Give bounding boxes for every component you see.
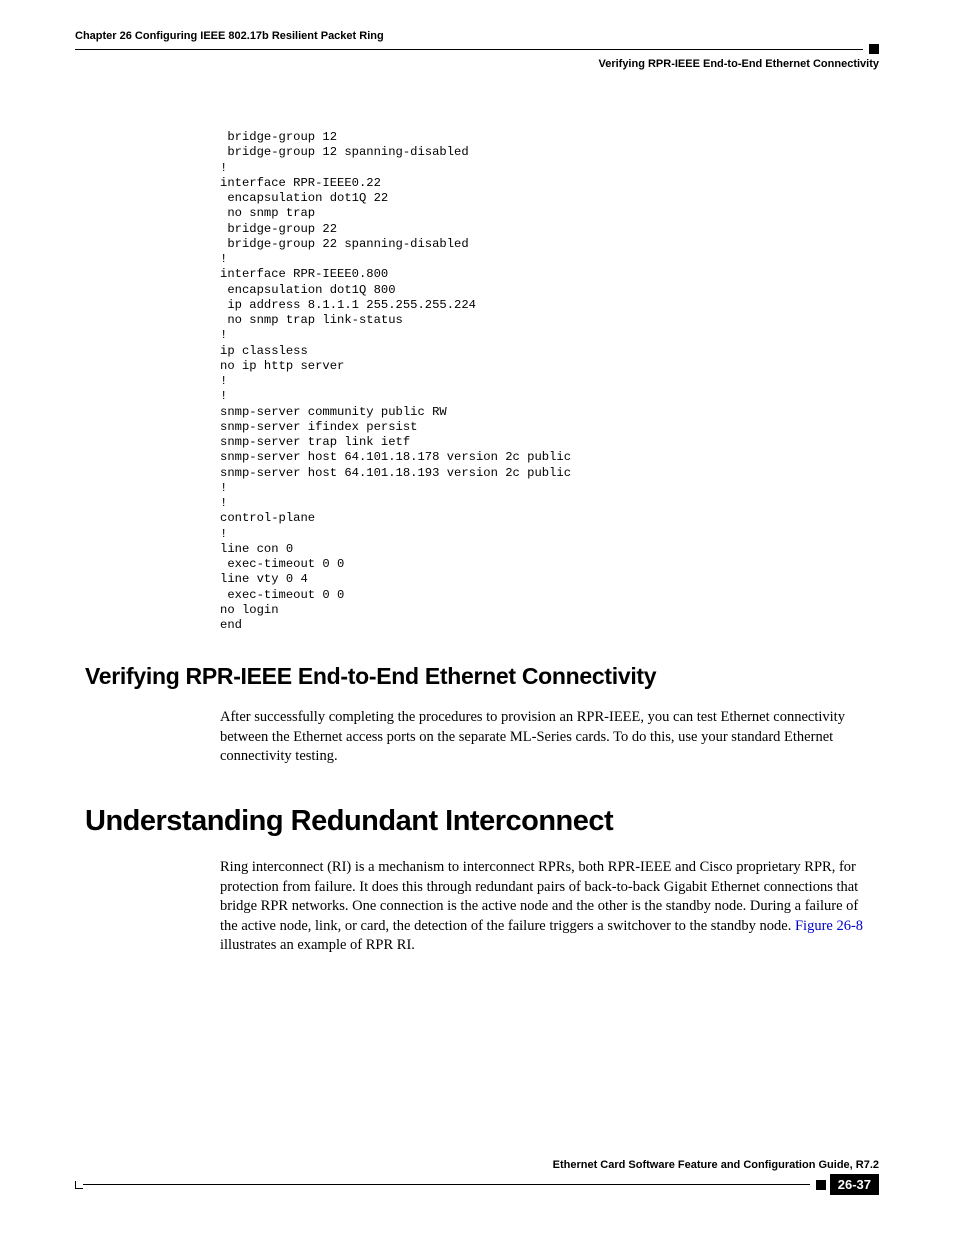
page-footer: Ethernet Card Software Feature and Confi… (75, 1159, 879, 1195)
page-container: Chapter 26 Configuring IEEE 802.17b Resi… (0, 0, 954, 1235)
footer-square-icon (816, 1180, 826, 1190)
rule-line (75, 49, 863, 50)
section-heading-verify: Verifying RPR-IEEE End-to-End Ethernet C… (85, 663, 879, 690)
paragraph-verify: After successfully completing the proced… (220, 708, 869, 767)
section-heading-understand: Understanding Redundant Interconnect (85, 805, 879, 838)
header-section: Verifying RPR-IEEE End-to-End Ethernet C… (75, 58, 879, 70)
para-text-2: illustrates an example of RPR RI. (220, 937, 415, 953)
page-number: 26-37 (830, 1174, 879, 1195)
rule-square-icon (869, 44, 879, 54)
header-chapter: Chapter 26 Configuring IEEE 802.17b Resi… (75, 30, 879, 42)
config-code-block: bridge-group 12 bridge-group 12 spanning… (220, 130, 879, 633)
footer-rule: 26-37 (75, 1174, 879, 1195)
paragraph-understand: Ring interconnect (RI) is a mechanism to… (220, 858, 869, 956)
para-text-1: Ring interconnect (RI) is a mechanism to… (220, 859, 858, 934)
footer-line (83, 1184, 810, 1186)
figure-link[interactable]: Figure 26-8 (795, 918, 863, 934)
header-rule (75, 44, 879, 54)
footer-title: Ethernet Card Software Feature and Confi… (75, 1159, 879, 1171)
footer-corner-icon (75, 1181, 83, 1189)
